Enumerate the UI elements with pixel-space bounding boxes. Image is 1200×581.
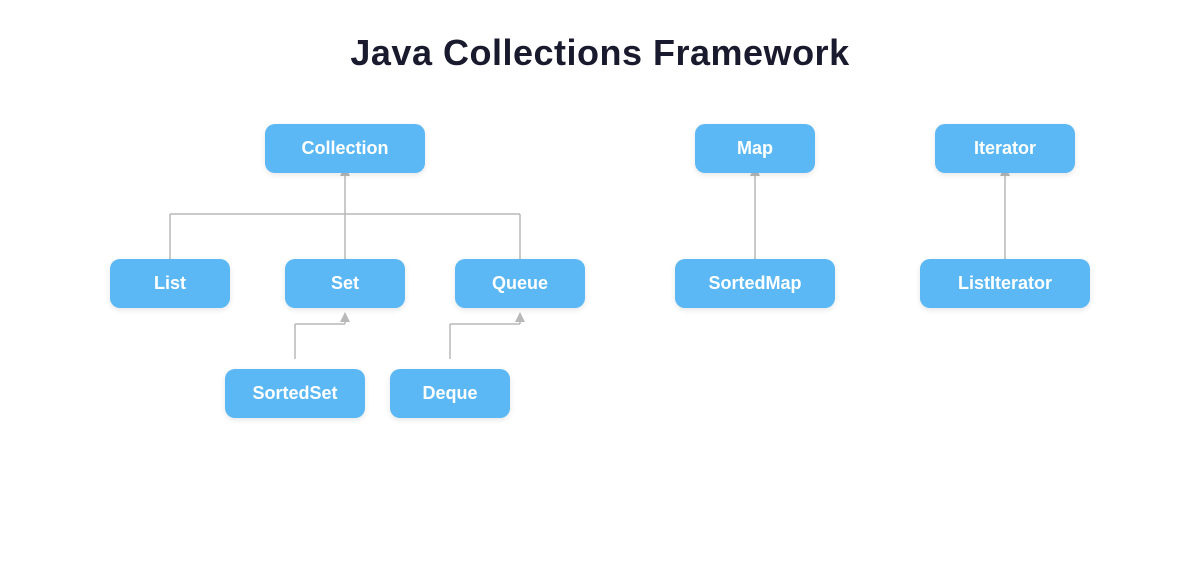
sortedmap-node: SortedMap [675, 259, 835, 308]
iterator-node: Iterator [935, 124, 1075, 173]
map-node: Map [695, 124, 815, 173]
queue-node: Queue [455, 259, 585, 308]
sortedset-node: SortedSet [225, 369, 365, 418]
diagram-container: Collection List Set Queue SortedSet Dequ… [0, 114, 1200, 424]
collection-node: Collection [265, 124, 425, 173]
right-section: Map SortedMap Iterator ListIterator [655, 114, 1105, 314]
iterator-tree: Iterator ListIterator [905, 114, 1105, 314]
list-node: List [110, 259, 230, 308]
listiterator-node: ListIterator [920, 259, 1090, 308]
set-node: Set [285, 259, 405, 308]
deque-node: Deque [390, 369, 510, 418]
page-title: Java Collections Framework [350, 32, 849, 74]
left-tree: Collection List Set Queue SortedSet Dequ… [95, 114, 595, 424]
map-tree: Map SortedMap [655, 114, 855, 314]
